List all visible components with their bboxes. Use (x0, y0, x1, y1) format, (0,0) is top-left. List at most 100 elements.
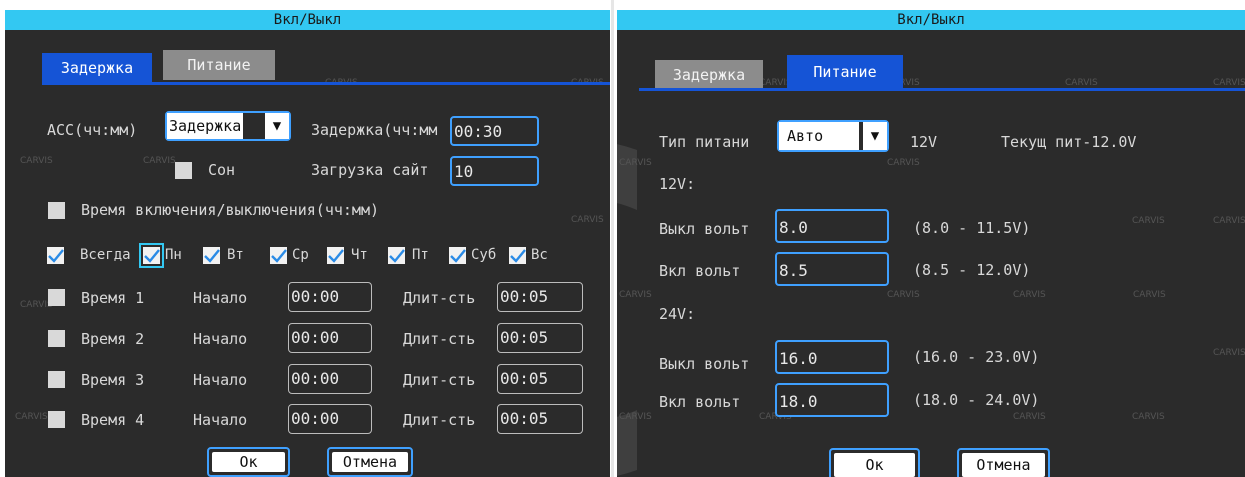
day-label: Вс (531, 247, 548, 263)
on-volt-12v-input[interactable]: 8.5 (775, 252, 889, 286)
day-checkbox[interactable] (388, 247, 405, 264)
check-icon (450, 249, 466, 263)
power-type-label: Тип питани (659, 133, 750, 151)
acc-mode-value: Задержка (167, 113, 244, 139)
duration-input[interactable]: 00:05 (497, 404, 583, 434)
cancel-button[interactable]: Отмена (957, 448, 1050, 477)
on-volt-24v-input[interactable]: 18.0 (775, 383, 889, 417)
cancel-label: Отмена (962, 453, 1045, 477)
day-label: Пн (165, 247, 182, 263)
watermark: CARVIS (20, 156, 53, 166)
duration-label: Длит-сть (403, 330, 476, 348)
start-input[interactable]: 00:00 (288, 364, 372, 394)
check-icon (389, 249, 405, 263)
panel-divider (611, 0, 614, 477)
day-label: Суб (471, 247, 497, 263)
watermark: CARVIS (887, 290, 920, 300)
sleep-checkbox[interactable] (175, 162, 192, 179)
cancel-label: Отмена (332, 452, 408, 472)
chevron-down-icon[interactable]: ▼ (861, 122, 887, 150)
on-volt-12v-range: (8.5 - 12.0V) (913, 261, 1031, 279)
schedule-checkbox[interactable] (48, 202, 65, 219)
ok-button[interactable]: Ок (207, 447, 290, 477)
dialog-title: Вкл/Выкл (617, 10, 1245, 30)
watermark: CARVIS (619, 158, 652, 168)
power-type-select[interactable]: Авто ▼ (777, 120, 889, 152)
start-input[interactable]: 00:00 (288, 282, 372, 312)
time-row-checkbox[interactable] (48, 289, 65, 306)
time-row-label: Время 4 (81, 411, 145, 429)
start-input[interactable]: 00:00 (288, 404, 372, 434)
start-label: Начало (193, 411, 248, 429)
watermark: CARVIS (1065, 78, 1098, 88)
delay-input[interactable]: 00:30 (450, 116, 539, 146)
off-volt-12v-input[interactable]: 8.0 (775, 209, 889, 243)
time-row-checkbox[interactable] (48, 411, 65, 428)
off-volt-24v-input[interactable]: 16.0 (775, 340, 889, 374)
cancel-button[interactable]: Отмена (327, 447, 413, 477)
ok-button[interactable]: Ок (829, 448, 920, 477)
schedule-label: Время включения/выключения(чч:мм) (81, 201, 380, 219)
duration-input[interactable]: 00:05 (497, 364, 583, 394)
tab-power[interactable]: Питание (163, 50, 275, 80)
load-label: Загрузка сайт (311, 161, 429, 179)
tab-power[interactable]: Питание (787, 55, 903, 90)
acc-mode-select[interactable]: Задержка ▼ (165, 111, 291, 141)
day-checkbox[interactable] (449, 247, 466, 264)
day-label: Пт (412, 247, 429, 263)
time-row-label: Время 1 (81, 289, 145, 307)
check-icon (48, 249, 64, 263)
acc-label: ACC(чч:мм) (47, 121, 138, 139)
load-input[interactable]: 10 (450, 156, 539, 186)
time-row-checkbox[interactable] (48, 330, 65, 347)
ok-label: Ок (212, 452, 285, 472)
start-label: Начало (193, 371, 248, 389)
day-checkbox[interactable] (47, 247, 64, 264)
watermark: CARVIS (15, 412, 48, 422)
delay-label: Задержка(чч:мм (311, 121, 438, 139)
dialog-title: Вкл/Выкл (5, 10, 610, 30)
time-row-label: Время 2 (81, 330, 145, 348)
on-volt-24v-range: (18.0 - 24.0V) (913, 391, 1040, 409)
watermark: CARVIS (1213, 78, 1245, 88)
left-dialog: Вкл/Выкл CARVIS CARVIS CARVIS CARVIS CAR… (5, 10, 610, 477)
duration-input[interactable]: 00:05 (497, 282, 583, 312)
time-row-checkbox[interactable] (48, 371, 65, 388)
duration-label: Длит-сть (403, 371, 476, 389)
off-volt-label-12v: Выкл вольт (659, 220, 750, 238)
day-checkbox[interactable] (270, 247, 287, 264)
on-volt-label-24v: Вкл вольт (659, 393, 741, 411)
start-input[interactable]: 00:00 (288, 323, 372, 353)
day-label: Вт (227, 247, 244, 263)
day-checkbox[interactable] (203, 247, 220, 264)
watermark: CARVIS (571, 215, 604, 225)
day-label: Чт (351, 247, 368, 263)
chevron-down-icon[interactable]: ▼ (263, 113, 289, 139)
watermark: CARVIS (887, 158, 920, 168)
watermark: CARVIS (619, 290, 652, 300)
duration-input[interactable]: 00:05 (497, 323, 583, 353)
watermark: CARVIS (1013, 412, 1046, 422)
tab-delay[interactable]: Задержка (42, 53, 152, 83)
sleep-label: Сон (208, 161, 236, 179)
tab-delay[interactable]: Задержка (655, 60, 763, 90)
watermark: CARVIS (1213, 348, 1245, 358)
check-icon (510, 249, 526, 263)
start-label: Начало (193, 289, 248, 307)
day-checkbox[interactable] (139, 243, 164, 268)
duration-label: Длит-сть (403, 289, 476, 307)
day-label: Ср (292, 247, 309, 263)
off-volt-label-24v: Выкл вольт (659, 355, 750, 373)
check-icon (328, 249, 344, 263)
check-icon (144, 249, 160, 263)
day-checkbox[interactable] (509, 247, 526, 264)
check-icon (204, 249, 220, 263)
check-icon (271, 249, 287, 263)
duration-label: Длит-сть (403, 411, 476, 429)
ok-label: Ок (834, 453, 915, 477)
watermark: CARVIS (1133, 290, 1166, 300)
time-row-label: Время 3 (81, 371, 145, 389)
carvis-logo-icon (617, 144, 637, 476)
start-label: Начало (193, 330, 248, 348)
day-checkbox[interactable] (327, 247, 344, 264)
